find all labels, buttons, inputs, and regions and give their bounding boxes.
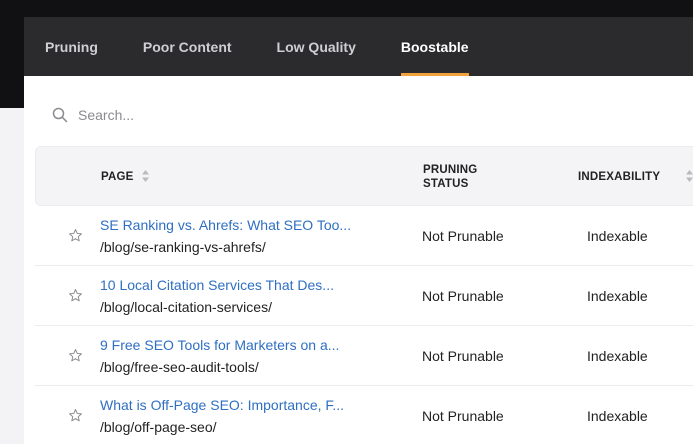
page-title-link[interactable]: What is Off-Page SEO: Importance, F... <box>100 397 344 413</box>
pruning-status: Not Prunable <box>422 288 504 304</box>
page-path: /blog/off-page-seo/ <box>100 419 217 435</box>
content-panel: Pruning Poor Content Low Quality Boostab… <box>24 17 693 444</box>
page-path: /blog/local-citation-services/ <box>100 299 272 315</box>
tab-low-quality[interactable]: Low Quality <box>277 17 356 76</box>
page-title-link[interactable]: 9 Free SEO Tools for Marketers on a... <box>100 337 339 353</box>
tab-poor-content[interactable]: Poor Content <box>143 17 232 76</box>
pruning-status: Not Prunable <box>422 408 504 424</box>
column-header-indexability[interactable]: INDEXABILITY <box>578 170 660 184</box>
table-row: 9 Free SEO Tools for Marketers on a... /… <box>35 326 693 386</box>
column-header-pruning-status[interactable]: PRUNING STATUS <box>423 163 477 191</box>
search-icon <box>52 107 68 123</box>
column-header-page[interactable]: PAGE <box>101 170 134 184</box>
table-row: What is Off-Page SEO: Importance, F... /… <box>35 386 693 444</box>
sort-icon[interactable] <box>141 169 150 188</box>
page-title-link[interactable]: 10 Local Citation Services That Des... <box>100 277 334 293</box>
table-header: PAGE PRUNING STATUS INDEXABILITY <box>35 146 693 206</box>
indexability-value: Indexable <box>587 348 648 364</box>
search-input[interactable] <box>78 107 378 123</box>
page-path: /blog/se-ranking-vs-ahrefs/ <box>100 239 266 255</box>
tab-bar: Pruning Poor Content Low Quality Boostab… <box>24 17 693 76</box>
header-line: STATUS <box>423 178 469 190</box>
star-icon[interactable] <box>68 228 83 248</box>
indexability-value: Indexable <box>587 228 648 244</box>
tab-boostable[interactable]: Boostable <box>400 17 469 76</box>
pruning-status: Not Prunable <box>422 228 504 244</box>
star-icon[interactable] <box>68 288 83 308</box>
page-title-link[interactable]: SE Ranking vs. Ahrefs: What SEO Too... <box>100 217 351 233</box>
star-icon[interactable] <box>68 408 83 428</box>
page-path: /blog/free-seo-audit-tools/ <box>100 359 259 375</box>
tab-pruning[interactable]: Pruning <box>45 17 98 76</box>
star-icon[interactable] <box>68 348 83 368</box>
indexability-value: Indexable <box>587 288 648 304</box>
table-row: SE Ranking vs. Ahrefs: What SEO Too... /… <box>35 206 693 266</box>
indexability-value: Indexable <box>587 408 648 424</box>
table-row: 10 Local Citation Services That Des... /… <box>35 266 693 326</box>
pruning-status: Not Prunable <box>422 348 504 364</box>
header-line: PRUNING <box>423 164 478 176</box>
search-bar <box>52 107 378 123</box>
sort-icon[interactable] <box>685 169 693 188</box>
